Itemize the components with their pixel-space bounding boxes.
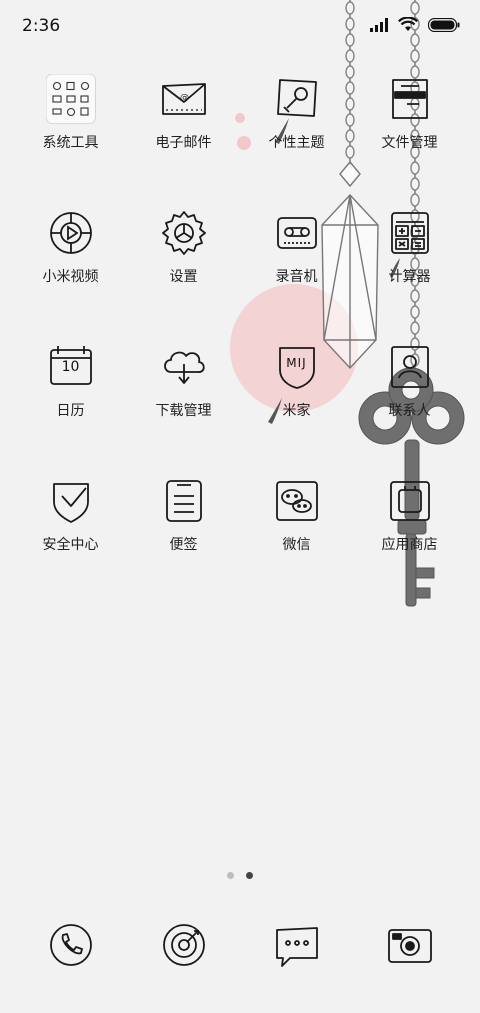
app-label: 安全中心 [42, 537, 99, 553]
app-downloads[interactable]: 下载管理 [127, 342, 240, 420]
shield-check-icon [46, 476, 96, 526]
mijia-badge-text: MIJ [286, 356, 307, 370]
dock-messages[interactable] [240, 920, 353, 970]
app-security[interactable]: 安全中心 [14, 476, 127, 554]
app-mi-video[interactable]: 小米视频 [14, 208, 127, 286]
mi-shield-icon: MIJ [272, 342, 322, 392]
app-label: 电子邮件 [155, 135, 212, 151]
dock-camera[interactable] [353, 920, 466, 970]
app-system-tools[interactable]: 系统工具 [14, 74, 127, 152]
app-recorder[interactable]: 录音机 [240, 208, 353, 286]
app-label: 计算器 [388, 269, 431, 285]
compass-icon [159, 920, 209, 970]
status-bar: 2:36 [0, 0, 480, 54]
app-themes[interactable]: 个性主题 [240, 74, 353, 152]
app-label: 个性主题 [268, 135, 325, 151]
envelope-icon: @ [159, 74, 209, 124]
app-wechat[interactable]: 微信 [240, 476, 353, 554]
calculator-icon [385, 208, 435, 258]
app-file-manager[interactable]: 文件管理 [353, 74, 466, 152]
status-time: 2:36 [22, 16, 61, 36]
message-bubble-icon [272, 920, 322, 970]
brush-icon [272, 74, 322, 124]
app-store[interactable]: 应用商店 [353, 476, 466, 554]
svg-text:@: @ [180, 93, 189, 103]
signal-icon [370, 17, 388, 32]
app-label: 录音机 [275, 269, 318, 285]
app-label: 应用商店 [381, 537, 438, 553]
page-dot-active[interactable] [246, 872, 253, 879]
gear-icon [159, 208, 209, 258]
tape-recorder-icon [272, 208, 322, 258]
app-label: 米家 [282, 403, 311, 419]
app-calculator[interactable]: 计算器 [353, 208, 466, 286]
app-mijia[interactable]: MIJ 米家 [240, 342, 353, 420]
page-dot[interactable] [227, 872, 234, 879]
play-circle-icon [46, 208, 96, 258]
app-label: 设置 [169, 269, 198, 285]
app-label: 下载管理 [155, 403, 212, 419]
app-email[interactable]: @ 电子邮件 [127, 74, 240, 152]
dock [0, 920, 480, 980]
app-notes[interactable]: 便签 [127, 476, 240, 554]
app-label: 微信 [282, 537, 311, 553]
app-settings[interactable]: 设置 [127, 208, 240, 286]
app-label: 日历 [56, 403, 85, 419]
app-label: 便签 [169, 537, 198, 553]
calendar-day: 10 [61, 359, 80, 375]
camera-icon [385, 920, 435, 970]
app-label: 系统工具 [42, 135, 99, 151]
wifi-icon [398, 17, 418, 31]
battery-icon [428, 17, 460, 32]
dock-phone[interactable] [14, 920, 127, 970]
app-label: 小米视频 [42, 269, 99, 285]
cloud-download-icon [159, 342, 209, 392]
chat-bubbles-icon [272, 476, 322, 526]
app-contacts[interactable]: 联系人 [353, 342, 466, 420]
folder-icon [385, 74, 435, 124]
app-label: 文件管理 [381, 135, 438, 151]
contact-card-icon [385, 342, 435, 392]
page-indicator [0, 872, 480, 879]
app-calendar[interactable]: 10 日历 [14, 342, 127, 420]
notepad-icon [159, 476, 209, 526]
app-label: 联系人 [388, 403, 431, 419]
phone-icon [46, 920, 96, 970]
calendar-icon: 10 [46, 342, 96, 392]
folder-grid-icon [45, 74, 96, 124]
store-icon [385, 476, 435, 526]
dock-browser[interactable] [127, 920, 240, 970]
